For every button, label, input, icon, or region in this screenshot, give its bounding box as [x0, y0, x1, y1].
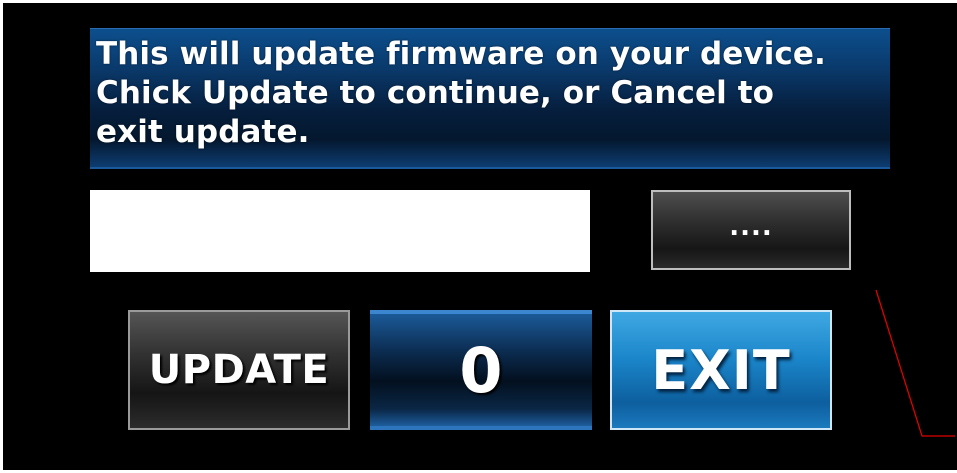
progress-counter: 0	[370, 310, 592, 430]
browse-button[interactable]: ....	[651, 190, 851, 270]
file-path-field[interactable]	[90, 190, 590, 272]
exit-button[interactable]: EXIT	[610, 310, 832, 430]
update-button[interactable]: UPDATE	[128, 310, 350, 430]
instruction-message: This will update firmware on your device…	[90, 28, 890, 169]
